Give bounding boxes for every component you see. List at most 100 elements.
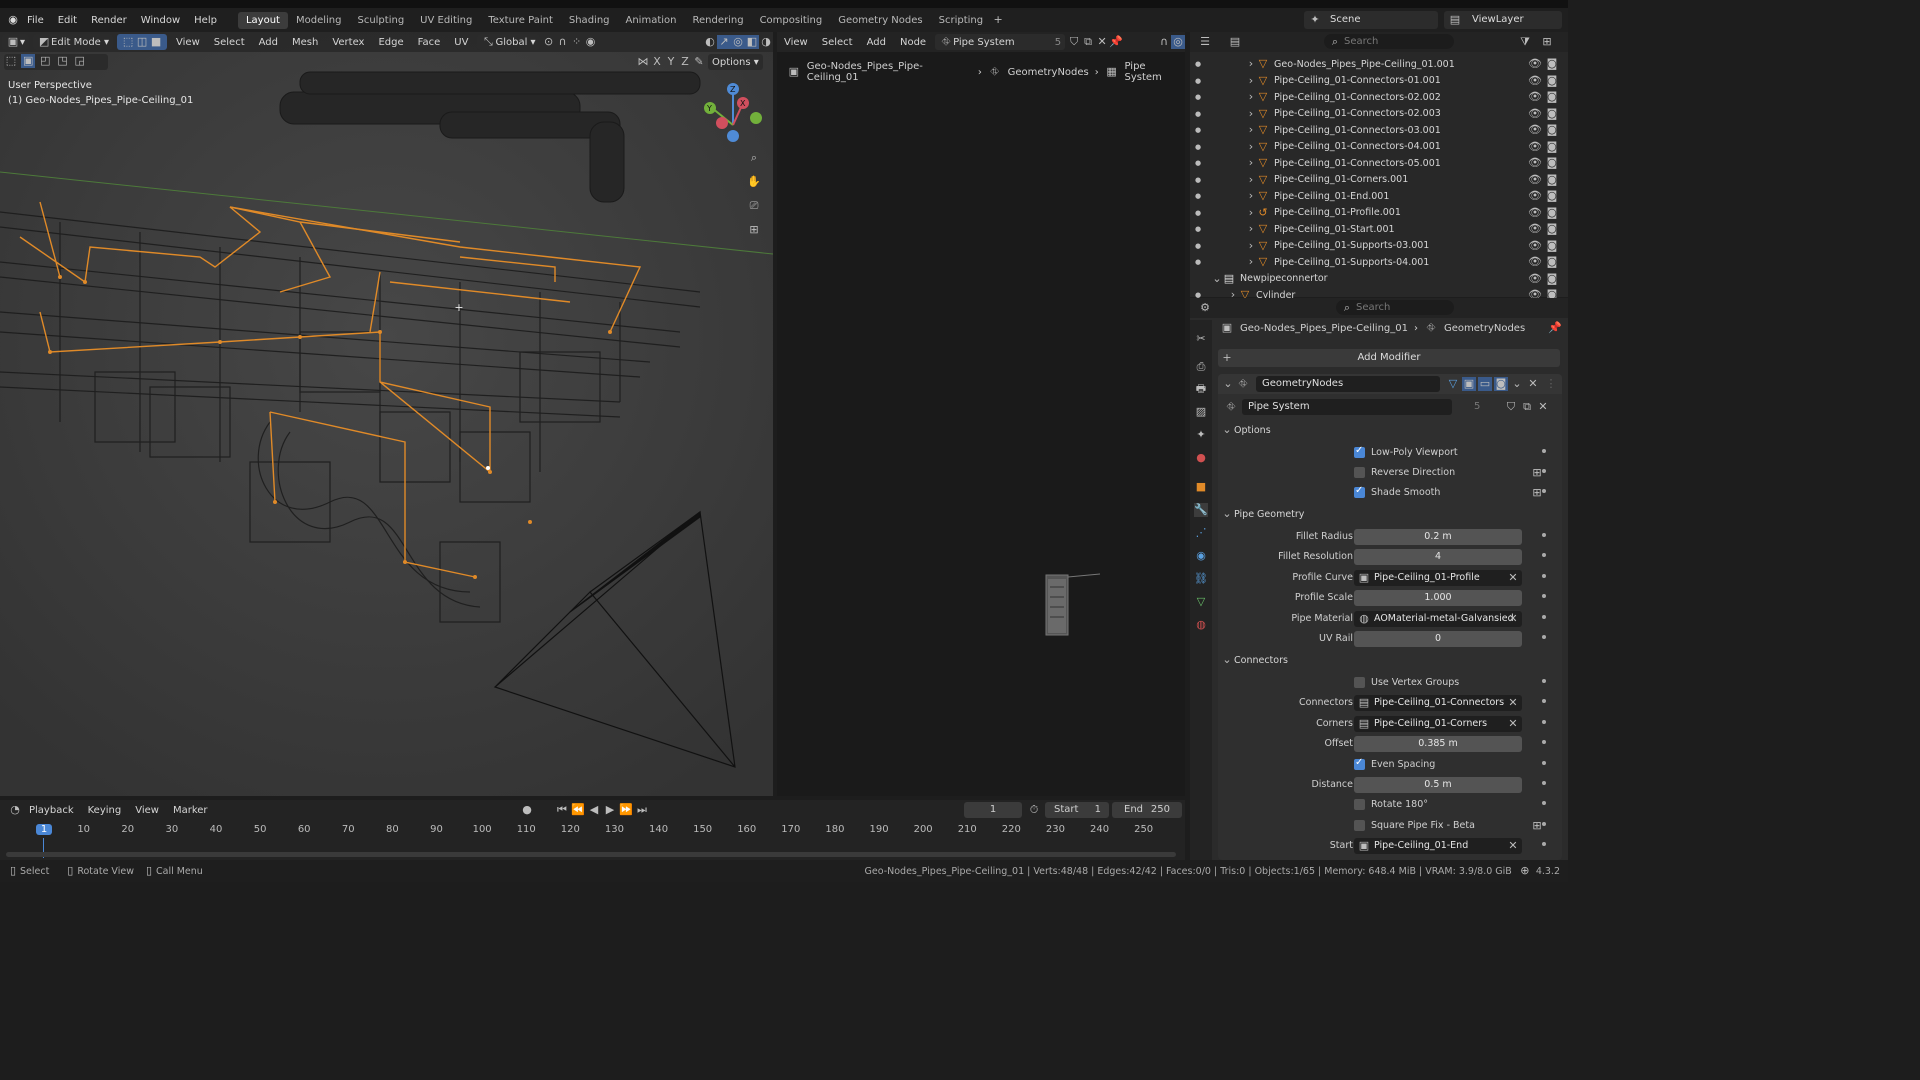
3d-viewport[interactable]: Z Y X ▣ ▾ ◩ Edit Mode ▾ ⬚ ◫ ■ View Select Ad… [0, 32, 773, 796]
physics-tab-icon[interactable]: ◉ [1194, 549, 1208, 563]
display-mode-icon[interactable]: ▤ [1228, 35, 1242, 49]
outliner-row[interactable]: ● › ▽ Pipe-Ceiling_01-Start.001 👁 ◙ [1190, 221, 1568, 238]
eye-icon[interactable]: 👁 [1528, 272, 1542, 286]
offset-field[interactable]: 0.385 m [1354, 736, 1522, 752]
eye-icon[interactable]: 👁 [1528, 140, 1542, 154]
mode-selector[interactable]: ◩ Edit Mode ▾ [33, 34, 114, 50]
outliner-row[interactable]: ● › ▽ Pipe-Ceiling_01-End.001 👁 ◙ [1190, 188, 1568, 205]
menu-uv[interactable]: UV [447, 37, 475, 48]
node-graph-minimap[interactable] [1042, 567, 1107, 637]
fake-user-icon[interactable]: ⛉ [1067, 35, 1081, 49]
eye-icon[interactable]: 👁 [1528, 189, 1542, 203]
section-connectors[interactable]: ⌄ Connectors [1220, 653, 1288, 671]
add-workspace-icon[interactable]: + [991, 13, 1005, 27]
node-snap-icon[interactable]: ∩ [1157, 35, 1171, 49]
properties-search-input[interactable]: ⌕ Search [1336, 300, 1454, 315]
node-overlay-icon[interactable]: ◎ [1171, 35, 1185, 49]
timeline-marker-menu[interactable]: Marker [166, 805, 215, 816]
breadcrumb-tree[interactable]: Pipe System [1125, 61, 1185, 83]
particles-tab-icon[interactable]: ⋰ [1194, 526, 1208, 540]
section-options[interactable]: ⌄ Options [1220, 423, 1270, 441]
shade-smooth-checkbox[interactable] [1354, 485, 1365, 498]
snap-icon[interactable]: ∩ [556, 35, 570, 49]
outliner-row[interactable]: ● › ▽ Pipe-Ceiling_01-Supports-03.001 👁 ◙ [1190, 238, 1568, 255]
select-box-icon[interactable]: ⬚ [4, 54, 18, 68]
unlink-icon[interactable]: ✕ [1095, 35, 1109, 49]
tab-texture-paint[interactable]: Texture Paint [480, 12, 561, 29]
viewport-toggle-icon[interactable]: ▭ [1478, 377, 1492, 391]
options-button[interactable]: Options ▾ [708, 54, 763, 70]
keyframe-dot[interactable] [1542, 449, 1546, 453]
timeline-keying-menu[interactable]: Keying [81, 805, 129, 816]
world-tab-icon[interactable]: ● [1194, 451, 1208, 465]
viewport-scene[interactable]: Z Y X [0, 32, 773, 796]
menu-vertex[interactable]: Vertex [325, 37, 371, 48]
timeline-ruler[interactable]: 1 10 20 30 40 50 60 70 80 90 100 110 120 130 140 150 160… [0, 822, 1185, 838]
keyframe-dot[interactable] [1542, 574, 1546, 578]
tab-shading[interactable]: Shading [561, 12, 618, 29]
transform-orientation[interactable]: ⤡ Global ▾ [477, 34, 540, 50]
keyframe-dot[interactable] [1542, 615, 1546, 619]
camera-icon[interactable]: ◙ [1545, 156, 1559, 170]
render-tab-icon[interactable]: ⎙ [1194, 360, 1208, 374]
material-tab-icon[interactable]: ◍ [1194, 618, 1208, 632]
object-tab-icon[interactable]: ■ [1194, 480, 1208, 494]
output-tab-icon[interactable]: 🖶 [1194, 382, 1208, 396]
timeline[interactable]: ◔ Playback Keying View Marker ● ⏮ ⏪ ◀ ▶ … [0, 800, 1185, 860]
keyframe-dot[interactable] [1542, 720, 1546, 724]
low-poly-checkbox[interactable] [1354, 445, 1365, 458]
menu-file[interactable]: File [20, 15, 51, 26]
pivot-icon[interactable]: ⊙ [542, 35, 556, 49]
square-fix-checkbox[interactable] [1354, 820, 1365, 831]
rotate-checkbox[interactable] [1354, 799, 1365, 810]
node-tree-selector[interactable]: ⛗ Pipe System 5 [935, 34, 1066, 50]
drag-handle-icon[interactable]: ⋮ [1544, 377, 1558, 391]
menu-mesh[interactable]: Mesh [285, 37, 325, 48]
fillet-res-field[interactable]: 4 [1354, 549, 1522, 565]
scene-selector[interactable]: ✦ Scene [1304, 11, 1438, 29]
camera-icon[interactable]: ◙ [1545, 123, 1559, 137]
vertex-select-icon[interactable]: ⬚ [121, 35, 135, 49]
camera-icon[interactable]: ◙ [1545, 173, 1559, 187]
jump-start-icon[interactable]: ⏮ [555, 803, 569, 817]
attribute-toggle-icon[interactable]: ⊞ [1530, 486, 1544, 500]
prev-keyframe-icon[interactable]: ⏪ [571, 803, 585, 817]
view-layer-selector[interactable]: ▤ ViewLayer [1444, 11, 1562, 29]
tab-modeling[interactable]: Modeling [288, 12, 350, 29]
node-menu-node[interactable]: Node [893, 37, 933, 48]
clear-icon[interactable]: ✕ [1506, 696, 1520, 710]
eye-icon[interactable]: 👁 [1528, 239, 1542, 253]
collapse-chevron-icon[interactable]: ⌄ [1221, 377, 1235, 391]
keyframe-dot[interactable] [1542, 469, 1546, 473]
select-subtract-icon[interactable]: ◳ [56, 54, 70, 68]
profile-scale-field[interactable]: 1.000 [1354, 590, 1522, 606]
wrench-icon[interactable]: ✎ [692, 55, 706, 69]
clear-icon[interactable]: ✕ [1506, 839, 1520, 853]
breadcrumb-object[interactable]: Geo-Nodes_Pipes_Pipe-Ceiling_01 [807, 61, 972, 83]
clock-icon[interactable]: ◔ [8, 803, 22, 817]
eye-icon[interactable]: 👁 [1528, 90, 1542, 104]
keyframe-dot[interactable] [1542, 594, 1546, 598]
mirror-icon[interactable]: ⋈ [636, 55, 650, 69]
outliner-row[interactable]: ● › ▽ Pipe-Ceiling_01-Supports-04.001 👁 ◙ [1190, 254, 1568, 271]
timeline-playback-menu[interactable]: Playback [22, 805, 81, 816]
eye-icon[interactable]: 👁 [1528, 107, 1542, 121]
keyframe-dot[interactable] [1542, 781, 1546, 785]
menu-window[interactable]: Window [134, 15, 187, 26]
properties-editor[interactable]: ⚙ ⌕ Search ✂ ⎙ 🖶 ▨ ✦ ● ■ 🔧 ⋰ ◉ ⛓ ▽ ◍ ▣ Ge… [1190, 298, 1568, 860]
outliner-row[interactable]: ● › ▽ Pipe-Ceiling_01-Connectors-04.001 👁 ◙ [1190, 139, 1568, 156]
menu-help[interactable]: Help [187, 15, 224, 26]
next-keyframe-icon[interactable]: ⏩ [619, 803, 633, 817]
record-icon[interactable]: ● [520, 803, 534, 817]
keyframe-dot[interactable] [1542, 533, 1546, 537]
profile-curve-field[interactable]: ▣ Pipe-Ceiling_01-Profile ✕ [1354, 570, 1522, 586]
edit-mode-toggle-icon[interactable]: ▽ [1446, 377, 1460, 391]
camera-icon[interactable]: ◙ [1545, 272, 1559, 286]
menu-edit[interactable]: Edit [51, 15, 84, 26]
node-group-field[interactable]: Pipe System [1242, 399, 1452, 415]
keyframe-dot[interactable] [1542, 699, 1546, 703]
select-mode-buttons[interactable]: ⬚ ◫ ■ [117, 34, 168, 50]
grid-icon[interactable]: ⊞ [747, 223, 761, 237]
new-collection-icon[interactable]: ⊞ [1540, 35, 1554, 49]
camera-icon[interactable]: ◙ [1545, 107, 1559, 121]
